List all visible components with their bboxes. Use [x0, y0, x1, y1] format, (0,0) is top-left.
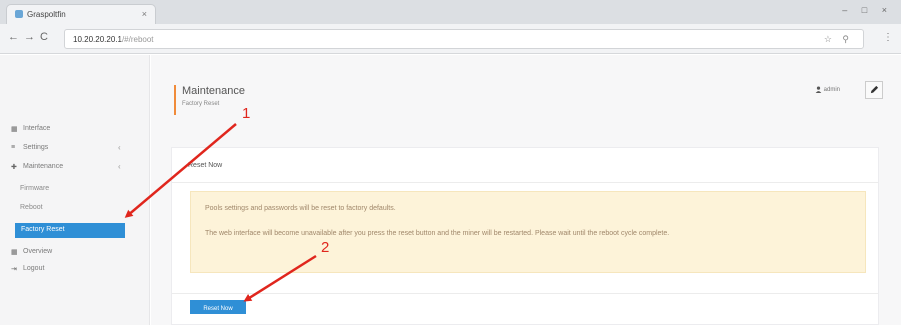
- warning-text: Pools settings and passwords will be res…: [205, 205, 396, 212]
- sidebar-item-logout[interactable]: ⇥ Logout: [0, 263, 150, 277]
- sidebar-item-label: Interface: [23, 125, 51, 132]
- browser-menu-icon[interactable]: ⋮: [883, 32, 893, 43]
- breadcrumb: Factory Reset: [182, 101, 220, 107]
- divider: [172, 182, 878, 183]
- logout-icon: ⇥: [11, 266, 17, 273]
- forward-icon[interactable]: →: [24, 31, 35, 43]
- url-host: 10.20.20.20.1: [73, 35, 122, 44]
- annotation-step-1: 1: [242, 105, 251, 122]
- sidebar-item-interface[interactable]: ▦ Interface: [0, 123, 150, 137]
- chevron-left-icon: ‹: [118, 143, 121, 152]
- tab-close-icon[interactable]: ×: [142, 9, 147, 19]
- person-icon: [815, 86, 822, 93]
- favicon-icon: [15, 10, 23, 18]
- sidebar-subitem-firmware[interactable]: Firmware: [0, 183, 150, 197]
- back-icon[interactable]: ←: [8, 31, 19, 43]
- sidebar-item-overview[interactable]: ▦ Overview: [0, 246, 150, 260]
- warning-text-detail: The web interface will become unavailabl…: [205, 230, 670, 237]
- tab-title: Graspoltfin: [27, 10, 66, 19]
- url-input[interactable]: 10.20.20.20.1/#/reboot ☆ ⚲: [64, 29, 864, 49]
- browser-tab-strip: Graspoltfin × – □ ×: [0, 0, 901, 24]
- edit-button[interactable]: [865, 81, 883, 99]
- settings-icon: ≡: [11, 144, 16, 151]
- browser-tab[interactable]: Graspoltfin ×: [6, 4, 156, 24]
- address-bar: ← → C 10.20.20.20.1/#/reboot ☆ ⚲ ⋮: [0, 24, 901, 54]
- sidebar: ▦ Interface ≡ Settings ‹ ✚ Maintenance ‹…: [0, 55, 150, 325]
- reset-now-button[interactable]: Reset Now: [190, 300, 246, 314]
- pencil-icon: [870, 85, 878, 94]
- url-path: /#/reboot: [121, 35, 154, 44]
- reload-icon[interactable]: C: [40, 31, 48, 43]
- user-menu[interactable]: admin: [815, 86, 840, 93]
- sidebar-subitem-factory-reset[interactable]: Factory Reset: [15, 223, 125, 238]
- panel-title: Reset Now: [188, 162, 223, 169]
- sidebar-item-label: Settings: [23, 144, 49, 151]
- page-header: Maintenance Factory Reset: [174, 85, 245, 115]
- wrench-icon: ✚: [11, 164, 17, 171]
- divider: [172, 293, 878, 294]
- window-controls[interactable]: – □ ×: [842, 5, 893, 15]
- user-name: admin: [823, 87, 841, 94]
- bookmark-star-icon[interactable]: ☆ ⚲: [824, 34, 853, 45]
- warning-alert: Pools settings and passwords will be res…: [190, 191, 866, 273]
- sidebar-item-maintenance[interactable]: ✚ Maintenance ‹: [0, 161, 150, 175]
- sidebar-item-label: Overview: [23, 248, 53, 255]
- page-title: Maintenance: [182, 85, 245, 97]
- overview-icon: ▦: [11, 249, 18, 256]
- sidebar-subitem-reboot[interactable]: Reboot: [0, 202, 150, 216]
- dashboard-icon: ▦: [11, 126, 18, 133]
- sidebar-item-settings[interactable]: ≡ Settings ‹: [0, 142, 150, 156]
- annotation-step-2: 2: [321, 239, 330, 256]
- sidebar-item-label: Logout: [23, 265, 45, 272]
- reset-panel: Reset Now Pools settings and passwords w…: [171, 147, 879, 325]
- main-content: Maintenance Factory Reset admin Reset No…: [151, 55, 901, 325]
- chevron-left-icon: ‹: [118, 162, 121, 171]
- sidebar-item-label: Maintenance: [23, 163, 64, 170]
